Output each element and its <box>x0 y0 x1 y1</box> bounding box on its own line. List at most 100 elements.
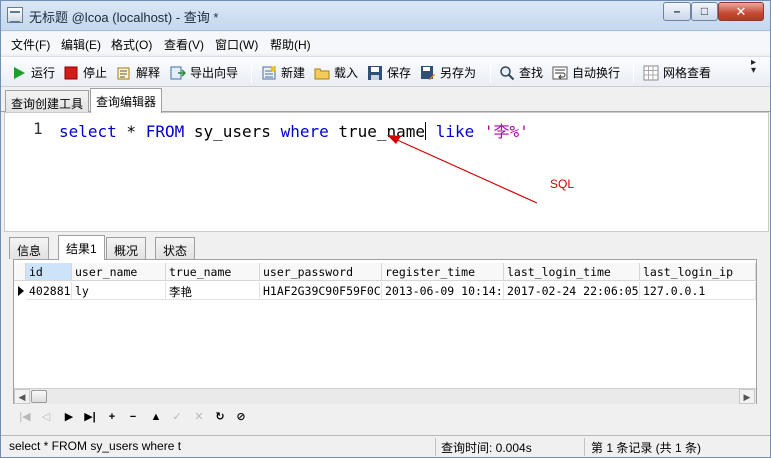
grid-header: id user_name true_name user_password reg… <box>14 263 756 281</box>
apply-check-icon[interactable]: ✓ <box>169 409 185 425</box>
horizontal-scrollbar[interactable]: ◀ ▶ <box>14 388 756 404</box>
new-query-icon <box>262 66 276 79</box>
column-header-user-password[interactable]: user_password <box>260 263 382 281</box>
tab-status[interactable]: 状态 <box>155 237 196 259</box>
column-header-user-name[interactable]: user_name <box>72 263 166 281</box>
export-wizard-button[interactable]: 导出向导 <box>170 62 238 83</box>
save-as-icon <box>421 65 435 80</box>
sql-keyword: select <box>59 122 117 141</box>
minimize-button[interactable]: – <box>663 2 691 21</box>
stop-label: 停止 <box>83 66 108 80</box>
save-as-button[interactable]: 另存为 <box>420 62 476 83</box>
close-button[interactable]: ✕ <box>718 2 764 21</box>
grid-view-button[interactable]: 网格查看 <box>643 62 711 83</box>
explain-label: 解释 <box>136 66 161 80</box>
tab-result-1[interactable]: 结果1 <box>58 235 105 260</box>
window-title: 无标题 @lcoa (localhost) - 查询 * <box>29 10 219 25</box>
maximize-icon: □ <box>700 4 709 18</box>
move-up-icon[interactable]: ▲ <box>148 409 164 425</box>
toolbar: 运行 停止 解释 导出向导 新建 载入 保存 另存为 查找 自动换行 网格查看 … <box>1 56 770 87</box>
find-button[interactable]: 查找 <box>499 62 543 83</box>
column-header-true-name[interactable]: true_name <box>166 263 260 281</box>
result-tab-strip: 信息 结果1 概况 状态 <box>9 235 769 260</box>
cell-true-name[interactable]: 李艳 <box>166 282 260 300</box>
export-icon <box>170 66 186 79</box>
cancel-x-icon[interactable]: ✕ <box>191 409 207 425</box>
status-divider <box>435 438 436 456</box>
record-navigator: |◀ ◁ ▶ ▶| + − ▲ ✓ ✕ ↻ ⊘ <box>13 406 757 428</box>
explain-icon <box>117 67 130 79</box>
cell-register-time[interactable]: 2013-06-09 10:14: <box>382 282 504 300</box>
tab-query-builder[interactable]: 查询创建工具 <box>5 90 90 112</box>
export-wizard-label: 导出向导 <box>190 66 239 80</box>
menu-window[interactable]: 窗口(W) <box>215 36 258 53</box>
row-indicator-header <box>14 263 26 281</box>
stop-circle-icon[interactable]: ⊘ <box>233 409 249 425</box>
new-button[interactable]: 新建 <box>261 62 305 83</box>
sql-text: sy_users <box>184 122 281 141</box>
database-app-icon <box>7 7 23 23</box>
status-divider <box>584 438 585 456</box>
new-label: 新建 <box>281 66 306 80</box>
status-bar: select * FROM sy_users where t 查询时间: 0.0… <box>1 435 770 457</box>
result-grid[interactable]: id user_name true_name user_password reg… <box>13 259 757 404</box>
run-button[interactable]: 运行 <box>11 62 55 83</box>
tab-profile[interactable]: 概况 <box>106 237 147 259</box>
find-label: 查找 <box>519 66 544 80</box>
save-label: 保存 <box>387 66 412 80</box>
prev-record-icon[interactable]: ◁ <box>38 409 54 425</box>
menu-view[interactable]: 查看(V) <box>164 36 204 53</box>
column-header-register-time[interactable]: register_time <box>382 263 504 281</box>
grid-icon <box>643 65 659 80</box>
search-icon <box>500 65 515 80</box>
title-bar: 无标题 @lcoa (localhost) - 查询 * – □ ✕ <box>1 1 770 31</box>
tab-info[interactable]: 信息 <box>9 237 50 259</box>
scroll-left-icon[interactable]: ◀ <box>14 389 30 404</box>
delete-record-icon[interactable]: − <box>125 409 141 425</box>
status-sql-text: select * FROM sy_users where t <box>9 439 182 453</box>
folder-icon <box>314 68 330 79</box>
column-header-id[interactable]: id <box>26 263 72 281</box>
stop-button[interactable]: 停止 <box>63 62 107 83</box>
annotation-label: SQL <box>550 177 575 191</box>
word-wrap-button[interactable]: 自动换行 <box>552 62 620 83</box>
refresh-icon[interactable]: ↻ <box>212 409 228 425</box>
column-header-last-login-ip[interactable]: last_login_ip <box>640 263 756 281</box>
cell-last-login-ip[interactable]: 127.0.0.1 <box>640 282 756 300</box>
last-record-icon[interactable]: ▶| <box>82 409 98 425</box>
scroll-thumb[interactable] <box>31 390 47 403</box>
status-record-count: 第 1 条记录 (共 1 条) <box>591 441 702 455</box>
maximize-button[interactable]: □ <box>691 2 718 21</box>
sql-text: * <box>116 122 146 141</box>
save-as-label: 另存为 <box>440 66 477 80</box>
explain-button[interactable]: 解释 <box>116 62 160 83</box>
menu-format[interactable]: 格式(O) <box>111 36 152 53</box>
cell-id[interactable]: 402881 <box>26 282 72 300</box>
minimize-icon: – <box>673 4 681 18</box>
annotation-arrow <box>387 135 538 204</box>
cell-user-password[interactable]: H1AF2G39C90F59F0C <box>260 282 382 300</box>
save-button[interactable]: 保存 <box>367 62 411 83</box>
menu-bar: 文件(F) 编辑(E) 格式(O) 查看(V) 窗口(W) 帮助(H) <box>1 32 770 54</box>
menu-help[interactable]: 帮助(H) <box>270 36 311 53</box>
table-row[interactable]: 402881 ly 李艳 H1AF2G39C90F59F0C 2013-06-0… <box>14 282 756 300</box>
load-button[interactable]: 载入 <box>314 62 358 83</box>
outer-tab-strip: 查询创建工具 查询编辑器 <box>1 88 770 113</box>
insert-record-icon[interactable]: + <box>104 409 120 425</box>
cell-last-login-time[interactable]: 2017-02-24 22:06:05 <box>504 282 640 300</box>
first-record-icon[interactable]: |◀ <box>17 409 33 425</box>
status-query-time: 查询时间: 0.004s <box>441 441 532 455</box>
save-icon <box>368 65 382 80</box>
cell-user-name[interactable]: ly <box>72 282 166 300</box>
scroll-right-icon[interactable]: ▶ <box>739 389 755 404</box>
menu-edit[interactable]: 编辑(E) <box>61 36 101 53</box>
next-record-icon[interactable]: ▶ <box>61 409 77 425</box>
column-header-last-login-time[interactable]: last_login_time <box>504 263 640 281</box>
overflow-chevron-icon[interactable]: ▸ ▾ <box>751 58 756 76</box>
toolbar-divider <box>490 62 491 83</box>
word-wrap-icon <box>552 66 568 79</box>
tab-query-editor[interactable]: 查询编辑器 <box>90 88 163 113</box>
stop-icon <box>64 66 78 79</box>
menu-file[interactable]: 文件(F) <box>11 36 50 53</box>
sql-keyword: where <box>280 122 329 141</box>
